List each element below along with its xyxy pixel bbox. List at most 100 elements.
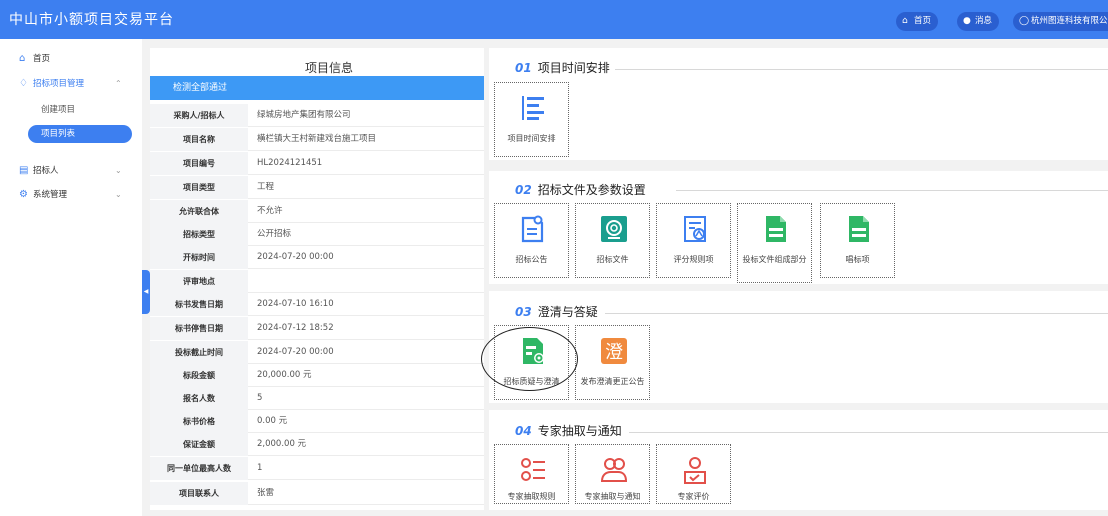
table-row: 同一单位最高人数 1 (150, 457, 484, 480)
expert-rules-icon (521, 458, 545, 481)
nav-messages-label: 消息 (975, 16, 993, 26)
row-label: 投标截止时间 (150, 341, 248, 364)
announcement-doc-icon (521, 215, 544, 243)
row-label: 允许联合体 (150, 200, 248, 223)
top-bar: 中山市小额项目交易平台 ⌂ 首页 ● 消息 ◯ 杭州图连科技有限公司 (0, 0, 1108, 39)
row-value: 张雷 (257, 488, 275, 498)
row-value: 工程 (257, 182, 275, 192)
tile-publish-correction[interactable]: 澄 发布澄清更正公告 (575, 325, 650, 400)
table-row: 项目名称 横栏镇大王村新建戏台施工项目 (150, 128, 484, 151)
tile-tender-file[interactable]: 招标文件 (575, 203, 650, 278)
tile-tender-announcement[interactable]: 招标公告 (494, 203, 569, 278)
table-row: 招标类型 公开招标 (150, 223, 484, 246)
nav-home-button[interactable]: ⌂ 首页 (896, 12, 939, 31)
section-title: 01 项目时间安排 (515, 61, 610, 75)
bell-icon: ● (963, 16, 971, 26)
row-value: 2024-07-20 00:00 (257, 252, 334, 262)
row-value: 不允许 (257, 206, 283, 216)
row-label: 同一单位最高人数 (150, 457, 248, 480)
section-title: 04 专家抽取与通知 (515, 424, 622, 438)
tile-label: 专家抽取规则 (507, 492, 556, 501)
table-row: 允许联合体 不允许 (150, 200, 484, 223)
nav-user-button[interactable]: ◯ 杭州图连科技有限公司 (1013, 12, 1108, 31)
row-value: 2024-07-20 00:00 (257, 347, 334, 357)
sidebar: ⌂ 首页 ♢ 招标项目管理 ⌃ 创建项目 项目列表 ▤ 招标人 ⌄ ⚙ 系统管理… (0, 39, 142, 516)
row-value: 0.00 元 (257, 416, 288, 426)
row-value: 20,000.00 元 (257, 370, 312, 380)
tile-expert-rules[interactable]: 专家抽取规则 (494, 444, 569, 504)
layers-icon: ♢ (19, 78, 28, 89)
tile-bid-item[interactable]: 唱标项 (820, 203, 895, 278)
section-schedule: 01 项目时间安排 (489, 48, 1108, 160)
row-value: 5 (257, 393, 263, 403)
expert-review-icon (684, 457, 706, 484)
tile-label: 评分规则项 (673, 255, 714, 264)
row-label: 保证金额 (150, 433, 248, 456)
tile-scoring-rules[interactable]: 评分规则项 (656, 203, 731, 278)
row-label: 项目联系人 (150, 482, 248, 505)
row-value: 公开招标 (257, 229, 292, 239)
section-title: 03 澄清与答疑 (515, 305, 598, 319)
publish-correction-icon: 澄 (601, 338, 627, 364)
sidebar-item-tender-mgmt[interactable]: ♢ 招标项目管理 ⌃ (0, 73, 142, 95)
tile-label: 招标文件 (596, 255, 629, 264)
tile-expert-review[interactable]: 专家评价 (656, 444, 731, 504)
table-row: 项目编号 HL2024121451 (150, 152, 484, 175)
sidebar-item-create-project[interactable]: 创建项目 (28, 101, 132, 119)
row-label: 采购人/招标人 (150, 104, 248, 127)
table-row: 采购人/招标人 绿城房地产集团有限公司 (150, 104, 484, 127)
table-row: 项目类型 工程 (150, 176, 484, 199)
row-label: 项目名称 (150, 128, 248, 151)
table-row: 评审地点 (150, 270, 484, 293)
sidebar-collapse-handle[interactable]: ◀ (142, 270, 150, 314)
nav-home-label: 首页 (914, 16, 932, 26)
row-label: 项目类型 (150, 176, 248, 199)
chevron-down-icon: ⌄ (115, 190, 122, 199)
table-row: 标段金额 20,000.00 元 (150, 364, 484, 387)
tile-bid-doc-parts[interactable]: 投标文件组成部分 (737, 203, 812, 283)
tile-label: 项目时间安排 (507, 134, 556, 143)
nav-user-label: 杭州图连科技有限公司 (1031, 16, 1108, 26)
row-label: 报名人数 (150, 387, 248, 410)
row-label: 标段金额 (150, 364, 248, 387)
home-icon: ⌂ (902, 16, 908, 26)
row-value: 2,000.00 元 (257, 439, 307, 449)
table-row: 报名人数 5 (150, 387, 484, 410)
highlight-circle-annotation (481, 327, 578, 391)
tile-label: 发布澄清更正公告 (580, 377, 645, 386)
gear-icon: ⚙ (19, 189, 28, 200)
sidebar-item-home[interactable]: ⌂ 首页 (0, 48, 142, 70)
row-label: 评审地点 (150, 270, 248, 293)
table-row: 开标时间 2024-07-20 00:00 (150, 246, 484, 269)
expert-notify-icon (600, 458, 628, 482)
row-label: 标书价格 (150, 410, 248, 433)
bar-chart-icon: ▤ (19, 165, 29, 176)
sidebar-item-label: 招标人 (33, 166, 59, 176)
sidebar-item-label: 首页 (33, 54, 51, 64)
tile-project-schedule[interactable]: 项目时间安排 (494, 82, 569, 157)
user-icon: ◯ (1019, 16, 1030, 26)
tender-file-icon (601, 216, 627, 242)
tile-expert-notify[interactable]: 专家抽取与通知 (575, 444, 650, 504)
sidebar-item-label: 系统管理 (33, 190, 68, 200)
status-banner: 检测全部通过 (150, 76, 484, 100)
panel-title: 项目信息 (305, 61, 354, 75)
nav-messages-button[interactable]: ● 消息 (957, 12, 1000, 31)
sidebar-item-system-mgmt[interactable]: ⚙ 系统管理 ⌄ (0, 184, 142, 206)
home-icon: ⌂ (19, 53, 26, 64)
sidebar-item-project-list[interactable]: 项目列表 (28, 125, 132, 143)
row-label: 标书发售日期 (150, 293, 248, 316)
tile-label: 招标公告 (515, 255, 548, 264)
chevron-down-icon: ⌄ (115, 166, 122, 175)
row-label: 项目编号 (150, 152, 248, 175)
sidebar-item-tenderer[interactable]: ▤ 招标人 ⌄ (0, 160, 142, 182)
table-row: 标书发售日期 2024-07-10 16:10 (150, 293, 484, 316)
sidebar-item-label: 招标项目管理 (33, 79, 85, 89)
svg-text:澄: 澄 (605, 342, 623, 363)
tile-label: 专家抽取与通知 (584, 492, 641, 501)
table-row: 保证金额 2,000.00 元 (150, 433, 484, 456)
table-row: 标书停售日期 2024-07-12 18:52 (150, 317, 484, 340)
row-value: 横栏镇大王村新建戏台施工项目 (257, 134, 377, 144)
row-value: 1 (257, 463, 263, 473)
row-label: 标书停售日期 (150, 317, 248, 340)
